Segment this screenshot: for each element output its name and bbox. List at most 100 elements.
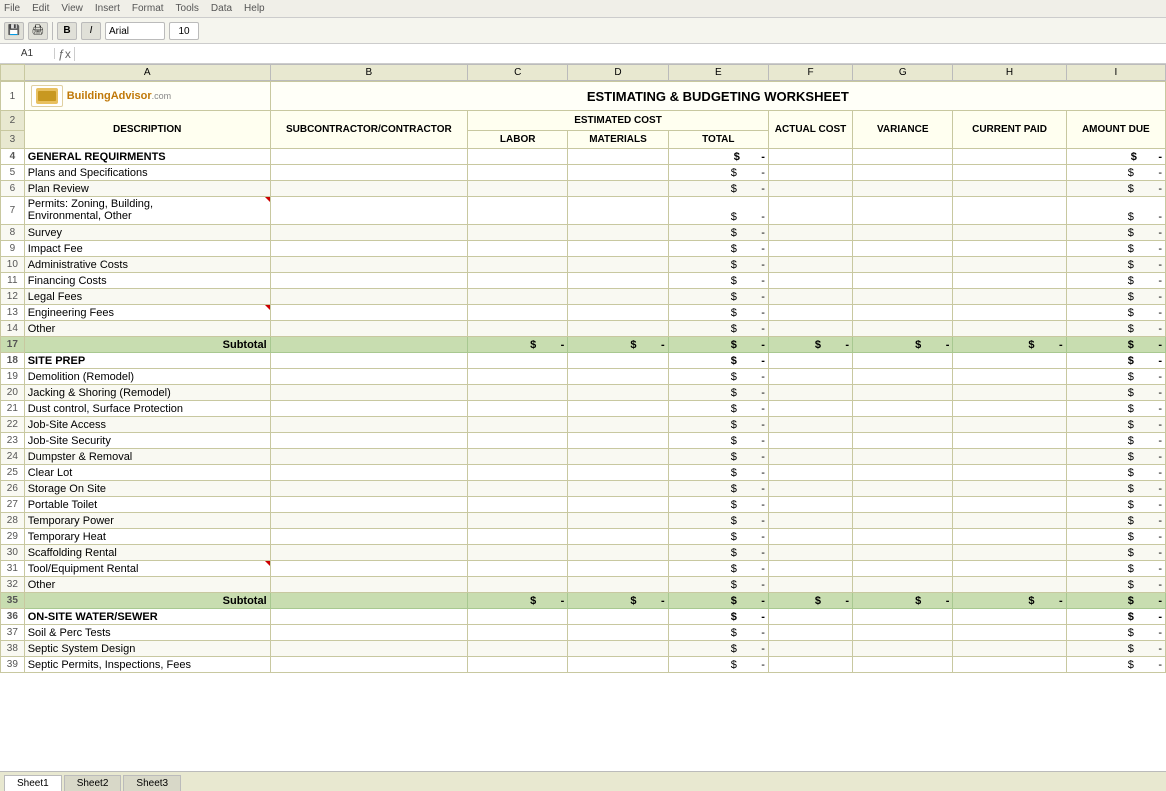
font-name[interactable]: Arial bbox=[105, 22, 165, 40]
label-storage-on-site[interactable]: Storage On Site bbox=[24, 481, 270, 497]
label-dumpster[interactable]: Dumpster & Removal bbox=[24, 449, 270, 465]
label-job-site-access[interactable]: Job-Site Access bbox=[24, 417, 270, 433]
label-financing-costs[interactable]: Financing Costs bbox=[24, 273, 270, 289]
row-10: 10 Administrative Costs $ - $ - bbox=[1, 257, 1166, 273]
row-num-2: 2 bbox=[1, 111, 25, 131]
menu-edit[interactable]: Edit bbox=[32, 3, 49, 14]
label-other-2[interactable]: Other bbox=[24, 577, 270, 593]
label-temp-power[interactable]: Temporary Power bbox=[24, 513, 270, 529]
col-header-a[interactable]: A bbox=[24, 65, 270, 81]
row-6: 6 Plan Review $ - $ - bbox=[1, 181, 1166, 197]
header-amount-due: AMOUNT DUE bbox=[1066, 111, 1165, 149]
row-20: 20 Jacking & Shoring (Remodel) $ - $ - bbox=[1, 385, 1166, 401]
label-tool-equipment[interactable]: Tool/Equipment Rental bbox=[24, 561, 270, 577]
menu-data[interactable]: Data bbox=[211, 3, 232, 14]
subtotal-label-1[interactable]: Subtotal bbox=[24, 337, 270, 353]
label-job-site-security[interactable]: Job-Site Security bbox=[24, 433, 270, 449]
label-other-1[interactable]: Other bbox=[24, 321, 270, 337]
label-dust-control[interactable]: Dust control, Surface Protection bbox=[24, 401, 270, 417]
menu-file[interactable]: File bbox=[4, 3, 20, 14]
label-portable-toilet[interactable]: Portable Toilet bbox=[24, 497, 270, 513]
sheet-tab-3[interactable]: Sheet3 bbox=[123, 775, 181, 791]
row-17-subtotal: 17 Subtotal $ - $ - $ - $ - $ - $ - $ - bbox=[1, 337, 1166, 353]
row-27: 27 Portable Toilet $ - $ - bbox=[1, 497, 1166, 513]
comment-marker bbox=[265, 197, 270, 202]
col-header-b[interactable]: B bbox=[270, 65, 467, 81]
label-demolition[interactable]: Demolition (Remodel) bbox=[24, 369, 270, 385]
font-size[interactable]: 10 bbox=[169, 22, 199, 40]
header-actual-cost: ACTUAL COST bbox=[768, 111, 852, 149]
toolbar-italic[interactable]: I bbox=[81, 22, 101, 40]
row-26: 26 Storage On Site $ - $ - bbox=[1, 481, 1166, 497]
row-37: 37 Soil & Perc Tests $ - $ - bbox=[1, 625, 1166, 641]
row-5: 5 Plans and Specifications $ - $ - bbox=[1, 165, 1166, 181]
header-labor: LABOR bbox=[468, 131, 568, 149]
row-25: 25 Clear Lot $ - $ - bbox=[1, 465, 1166, 481]
row-32: 32 Other $ - $ - bbox=[1, 577, 1166, 593]
label-permits[interactable]: Permits: Zoning, Building,Environmental,… bbox=[24, 197, 270, 225]
row-19: 19 Demolition (Remodel) $ - $ - bbox=[1, 369, 1166, 385]
row-12: 12 Legal Fees $ - $ - bbox=[1, 289, 1166, 305]
cell-reference[interactable]: A1 bbox=[0, 48, 55, 59]
col-header-e[interactable]: E bbox=[668, 65, 768, 81]
sheet-tab-2[interactable]: Sheet2 bbox=[64, 775, 122, 791]
row-7: 7 Permits: Zoning, Building,Environmenta… bbox=[1, 197, 1166, 225]
col-header-i[interactable]: I bbox=[1066, 65, 1165, 81]
row-31: 31 Tool/Equipment Rental $ - $ - bbox=[1, 561, 1166, 577]
menu-format[interactable]: Format bbox=[132, 3, 164, 14]
col-header-f[interactable]: F bbox=[768, 65, 852, 81]
label-impact-fee[interactable]: Impact Fee bbox=[24, 241, 270, 257]
header-estimated-cost: ESTIMATED COST bbox=[468, 111, 769, 131]
spreadsheet-body: 1 BuildingAdvisor.com ESTIMA bbox=[0, 81, 1166, 673]
label-septic-permits[interactable]: Septic Permits, Inspections, Fees bbox=[24, 657, 270, 673]
logo-icon bbox=[31, 85, 63, 107]
row-1: 1 BuildingAdvisor.com ESTIMA bbox=[1, 82, 1166, 111]
subtotal-label-2[interactable]: Subtotal bbox=[24, 593, 270, 609]
label-temp-heat[interactable]: Temporary Heat bbox=[24, 529, 270, 545]
label-jacking-shoring[interactable]: Jacking & Shoring (Remodel) bbox=[24, 385, 270, 401]
header-total: TOTAL bbox=[668, 131, 768, 149]
header-description: DESCRIPTION bbox=[24, 111, 270, 149]
sheet-tabs: Sheet1 Sheet2 Sheet3 bbox=[0, 771, 1166, 791]
row-21: 21 Dust control, Surface Protection $ - … bbox=[1, 401, 1166, 417]
formula-icon: ƒx bbox=[55, 47, 75, 61]
label-plans-specs[interactable]: Plans and Specifications bbox=[24, 165, 270, 181]
label-engineering-fees[interactable]: Engineering Fees bbox=[24, 305, 270, 321]
toolbar-bold[interactable]: B bbox=[57, 22, 77, 40]
menu-tools[interactable]: Tools bbox=[176, 3, 199, 14]
main-table: 1 BuildingAdvisor.com ESTIMA bbox=[0, 81, 1166, 673]
header-materials: MATERIALS bbox=[568, 131, 668, 149]
toolbar-print[interactable]: 🖨 bbox=[28, 22, 48, 40]
label-scaffolding[interactable]: Scaffolding Rental bbox=[24, 545, 270, 561]
label-survey[interactable]: Survey bbox=[24, 225, 270, 241]
col-header-c[interactable]: C bbox=[468, 65, 568, 81]
label-site-prep[interactable]: SITE PREP bbox=[24, 353, 270, 369]
row-35-subtotal: 35 Subtotal $ - $ - $ - $ - $ - $ - $ - bbox=[1, 593, 1166, 609]
header-subcontractor: SUBCONTRACTOR/CONTRACTOR bbox=[270, 111, 467, 149]
label-plan-review[interactable]: Plan Review bbox=[24, 181, 270, 197]
menu-view[interactable]: View bbox=[61, 3, 83, 14]
row-29: 29 Temporary Heat $ - $ - bbox=[1, 529, 1166, 545]
label-clear-lot[interactable]: Clear Lot bbox=[24, 465, 270, 481]
worksheet-title: ESTIMATING & BUDGETING WORKSHEET bbox=[274, 89, 1162, 104]
label-admin-costs[interactable]: Administrative Costs bbox=[24, 257, 270, 273]
label-legal-fees[interactable]: Legal Fees bbox=[24, 289, 270, 305]
sheet-tab-1[interactable]: Sheet1 bbox=[4, 775, 62, 791]
comment-marker-13 bbox=[265, 305, 270, 310]
label-general-requirements[interactable]: GENERAL REQUIRMENTS bbox=[24, 149, 270, 165]
col-header-h[interactable]: H bbox=[953, 65, 1066, 81]
row-39: 39 Septic Permits, Inspections, Fees $ -… bbox=[1, 657, 1166, 673]
row-2-headers: 2 DESCRIPTION SUBCONTRACTOR/CONTRACTOR E… bbox=[1, 111, 1166, 131]
row-38: 38 Septic System Design $ - $ - bbox=[1, 641, 1166, 657]
menu-help[interactable]: Help bbox=[244, 3, 265, 14]
label-septic-design[interactable]: Septic System Design bbox=[24, 641, 270, 657]
col-header-g[interactable]: G bbox=[853, 65, 953, 81]
col-header-blank bbox=[1, 65, 25, 81]
label-soil-perc[interactable]: Soil & Perc Tests bbox=[24, 625, 270, 641]
row-4-general-req: 4 GENERAL REQUIRMENTS $ - $ - bbox=[1, 149, 1166, 165]
row-22: 22 Job-Site Access $ - $ - bbox=[1, 417, 1166, 433]
toolbar-save[interactable]: 💾 bbox=[4, 22, 24, 40]
label-water-sewer[interactable]: ON-SITE WATER/SEWER bbox=[24, 609, 270, 625]
col-header-d[interactable]: D bbox=[568, 65, 668, 81]
menu-insert[interactable]: Insert bbox=[95, 3, 120, 14]
